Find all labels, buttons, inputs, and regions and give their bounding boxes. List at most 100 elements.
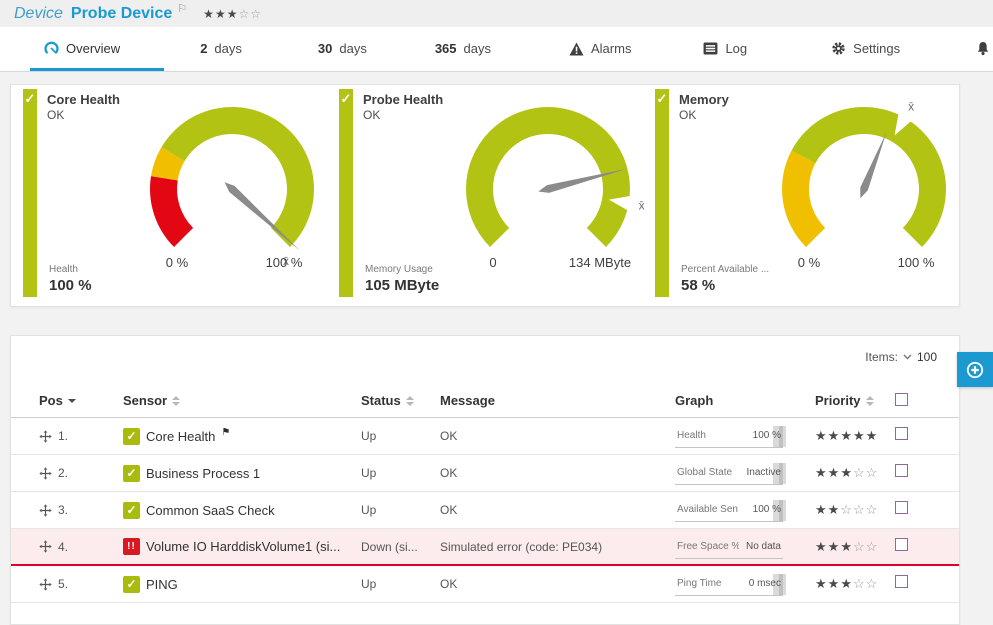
column-header-sensor[interactable]: Sensor xyxy=(123,393,361,408)
sensor-name: Common SaaS Check xyxy=(146,503,275,518)
sensor-link[interactable]: ✓PING xyxy=(123,576,361,593)
column-header-pos[interactable]: Pos xyxy=(39,393,123,408)
sensor-link[interactable]: ✓Core Health⚑ xyxy=(123,428,361,445)
mini-graph-label: Free Space % xyxy=(677,541,739,552)
row-checkbox[interactable] xyxy=(895,464,908,477)
tab-label: days xyxy=(339,41,366,56)
star-empty-icon: ☆ xyxy=(866,465,879,480)
svg-text:0 %: 0 % xyxy=(798,255,821,270)
tab-notifications[interactable]: Notifications xyxy=(966,41,993,71)
sensor-ok-icon: ✓ xyxy=(123,428,140,445)
star-filled-icon: ★ xyxy=(828,428,841,443)
mini-graph[interactable]: Free Space % No data xyxy=(675,535,783,559)
gauge-card-memory[interactable]: ✓ Memory OK x̄0 %100 % Percent Available… xyxy=(643,85,959,306)
star-filled-icon: ★ xyxy=(828,502,841,517)
sort-icon xyxy=(172,396,180,406)
items-label: Items: xyxy=(865,350,898,364)
sensor-name: Volume IO HarddiskVolume1 (si... xyxy=(146,539,340,554)
items-per-page-control[interactable]: Items: 100 xyxy=(865,350,937,364)
move-handle-icon[interactable] xyxy=(39,430,52,443)
star-filled-icon: ★ xyxy=(227,7,239,21)
bell-icon xyxy=(976,41,990,56)
row-checkbox[interactable] xyxy=(895,538,908,551)
move-handle-icon[interactable] xyxy=(39,467,52,480)
tab-log[interactable]: Log xyxy=(693,41,757,71)
move-handle-icon[interactable] xyxy=(39,578,52,591)
tab-overview[interactable]: Overview xyxy=(30,41,164,71)
column-header-graph[interactable]: Graph xyxy=(675,393,815,408)
tab-label: Alarms xyxy=(591,41,631,56)
priority-stars[interactable]: ★★★☆☆ xyxy=(815,465,895,481)
star-empty-icon: ☆ xyxy=(866,502,879,517)
move-handle-icon[interactable] xyxy=(39,540,52,553)
tab-label: 30 xyxy=(318,41,332,56)
star-empty-icon: ☆ xyxy=(866,539,879,554)
mini-graph-label: Health xyxy=(677,430,706,441)
star-filled-icon: ★ xyxy=(840,465,853,480)
mini-graph[interactable]: Health100 % xyxy=(675,424,783,448)
add-sensor-button[interactable] xyxy=(957,352,993,387)
tab-settings[interactable]: Settings xyxy=(821,41,910,71)
star-filled-icon: ★ xyxy=(828,576,841,591)
column-header-priority[interactable]: Priority xyxy=(815,393,895,408)
tab-365-days[interactable]: 365 days xyxy=(425,41,501,71)
table-row[interactable]: 3.✓Common SaaS CheckUpOKAvailable Sen100… xyxy=(11,492,959,529)
svg-text:100 %: 100 % xyxy=(266,255,303,270)
table-row[interactable]: 4.!!Volume IO HarddiskVolume1 (si...Down… xyxy=(11,529,959,566)
column-header-status[interactable]: Status xyxy=(361,393,440,408)
mini-graph[interactable]: Ping Time0 msec xyxy=(675,572,783,596)
items-count: 100 xyxy=(917,350,937,364)
mini-graph[interactable]: Available Sen100 % xyxy=(675,498,783,522)
mini-graph-value: No data xyxy=(746,541,781,552)
tab-label: Settings xyxy=(853,41,900,56)
priority-stars[interactable]: ★★☆☆☆ xyxy=(815,502,895,518)
priority-stars[interactable]: ★★★☆☆ xyxy=(815,539,895,555)
sort-icon xyxy=(866,396,874,406)
sensor-status: Up xyxy=(361,503,440,517)
priority-stars[interactable]: ★★★★★ xyxy=(815,428,895,444)
alarm-icon xyxy=(569,42,584,56)
check-icon: ✓ xyxy=(657,91,668,106)
device-rating-stars[interactable]: ★★★☆☆ xyxy=(203,7,262,21)
sensor-link[interactable]: ✓Business Process 1 xyxy=(123,465,361,482)
column-header-message[interactable]: Message xyxy=(440,393,675,408)
mini-graph-value: 100 % xyxy=(753,504,781,515)
tab-2-days[interactable]: 2 days xyxy=(190,41,252,71)
star-filled-icon: ★ xyxy=(840,539,853,554)
tab-30-days[interactable]: 30 days xyxy=(308,41,377,71)
flag-outline-icon[interactable]: ⚐ xyxy=(177,2,187,15)
sensor-status: Up xyxy=(361,429,440,443)
row-position: 4. xyxy=(58,540,68,554)
sensor-message: OK xyxy=(440,429,675,443)
sensor-link[interactable]: !!Volume IO HarddiskVolume1 (si... xyxy=(123,538,361,555)
table-header-row: Pos Sensor Status Message Graph Priority xyxy=(11,384,959,418)
gauge-title: Core Health xyxy=(47,92,120,107)
sensor-ok-icon: ✓ xyxy=(123,502,140,519)
row-checkbox[interactable] xyxy=(895,575,908,588)
core-health-gauge: x̄0 %100 % xyxy=(107,97,357,273)
move-handle-icon[interactable] xyxy=(39,504,52,517)
page-title[interactable]: Probe Device xyxy=(71,5,172,23)
gauge-card-core-health[interactable]: ✓ Core Health OK x̄0 %100 % Health 100 % xyxy=(11,85,327,306)
tab-label: days xyxy=(214,41,241,56)
check-icon: ✓ xyxy=(341,91,352,106)
row-checkbox[interactable] xyxy=(895,501,908,514)
gauge-card-probe-health[interactable]: ✓ Probe Health OK x̄0134 MByte Memory Us… xyxy=(327,85,643,306)
table-row[interactable]: 1.✓Core Health⚑UpOKHealth100 %★★★★★ xyxy=(11,418,959,455)
star-filled-icon: ★ xyxy=(215,7,227,21)
sensor-link[interactable]: ✓ Common SaaS Check xyxy=(123,502,361,519)
mini-graph[interactable]: Global StateInactive xyxy=(675,461,783,485)
svg-text:x̄: x̄ xyxy=(283,254,289,268)
table-row[interactable]: 5.✓PINGUpOKPing Time0 msec★★★☆☆ xyxy=(11,566,959,603)
title-bar: Device Probe Device ⚐ ★★★☆☆ xyxy=(0,0,993,27)
row-position: 2. xyxy=(58,466,68,480)
select-all-checkbox[interactable] xyxy=(895,393,908,406)
priority-stars[interactable]: ★★★☆☆ xyxy=(815,576,895,592)
row-position: 5. xyxy=(58,577,68,591)
sensor-message: Simulated error (code: PE034) xyxy=(440,540,675,554)
row-checkbox[interactable] xyxy=(895,427,908,440)
table-row[interactable]: 2.✓Business Process 1UpOKGlobal StateIna… xyxy=(11,455,959,492)
tab-alarms[interactable]: Alarms xyxy=(559,41,641,71)
gauge-value: 100 % xyxy=(49,277,92,294)
star-empty-icon: ☆ xyxy=(866,576,879,591)
